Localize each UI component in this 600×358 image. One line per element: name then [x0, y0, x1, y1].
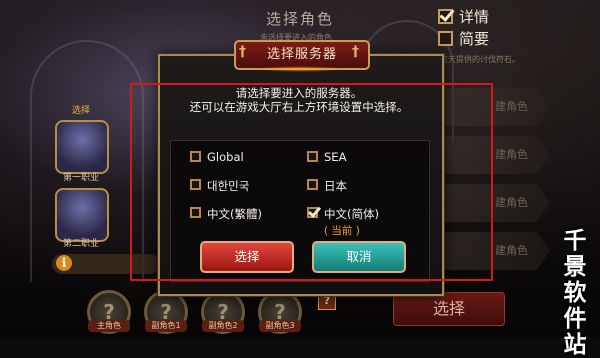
message-line-1: 请选择要进入的服务器。: [235, 86, 363, 100]
cross-ornament-icon: †: [352, 44, 359, 60]
server-option-global[interactable]: Global: [190, 150, 244, 164]
cross-ornament-icon: †: [239, 44, 246, 60]
checkbox[interactable]: [190, 179, 201, 190]
server-label: Global: [207, 150, 244, 164]
second-class-card[interactable]: [55, 188, 109, 242]
header-glow: [255, 66, 345, 72]
checkbox[interactable]: [190, 207, 201, 218]
character-slot[interactable]: 建角色: [438, 88, 550, 126]
watermark: 千景软件站: [563, 228, 587, 358]
first-class-label: 第一职业: [62, 173, 99, 183]
select-character-title: 选择角色: [265, 10, 334, 28]
server-label: SEA: [324, 150, 347, 164]
detail-checkbox[interactable]: [438, 9, 453, 24]
server-option-korea[interactable]: 대한민국: [190, 178, 249, 194]
detail-label: 详情: [459, 8, 490, 26]
checkbox-checked[interactable]: [307, 207, 318, 218]
server-option-simplified-chinese[interactable]: 中文(简体) ( 当前 ): [307, 206, 379, 238]
first-class-card[interactable]: [55, 120, 109, 174]
confirm-button[interactable]: 选择: [200, 241, 294, 273]
server-label: 日本: [324, 179, 347, 193]
char-card-title: 选择: [71, 106, 90, 116]
server-option-traditional-chinese[interactable]: 中文(繁體): [190, 206, 262, 222]
server-option-japan[interactable]: 日本: [307, 178, 347, 194]
select-character-button[interactable]: 选择: [393, 292, 505, 326]
server-label: 대한민국: [207, 179, 250, 193]
server-option-sea[interactable]: SEA: [307, 150, 346, 164]
character-slot[interactable]: 建角色: [438, 232, 550, 270]
brief-toggle[interactable]: 简要: [438, 28, 489, 49]
message-line-2: 还可以在游戏大厅右上方环境设置中选择。: [189, 100, 409, 114]
cancel-button[interactable]: 取消: [312, 241, 406, 273]
brief-label: 简要: [459, 30, 490, 48]
hero-label-sub1: 副角色1: [145, 320, 187, 332]
detail-toggle[interactable]: 详情: [438, 6, 489, 27]
brief-checkbox[interactable]: [438, 31, 453, 46]
checkbox[interactable]: [307, 179, 318, 190]
info-icon: i: [56, 255, 72, 271]
hero-label-sub2: 副角色2: [202, 320, 244, 332]
checkbox[interactable]: [307, 151, 318, 162]
second-class-label: 第二职业: [62, 239, 99, 249]
server-label: 中文(繁體): [207, 207, 262, 221]
hint-text: 这天提供的讨伐符石。: [440, 55, 520, 64]
current-server-note: ( 当前 ): [324, 225, 360, 237]
hero-label-sub3: 副角色3: [259, 320, 301, 332]
dialog-message: 请选择要进入的服务器。 还可以在游戏大厅右上方环境设置中选择。: [158, 86, 440, 114]
hero-label-main: 主角色: [88, 320, 130, 332]
checkbox[interactable]: [190, 151, 201, 162]
character-slot[interactable]: 建角色: [438, 184, 550, 222]
server-label: 中文(简体): [324, 207, 379, 221]
character-slot[interactable]: 建角色: [438, 136, 550, 174]
